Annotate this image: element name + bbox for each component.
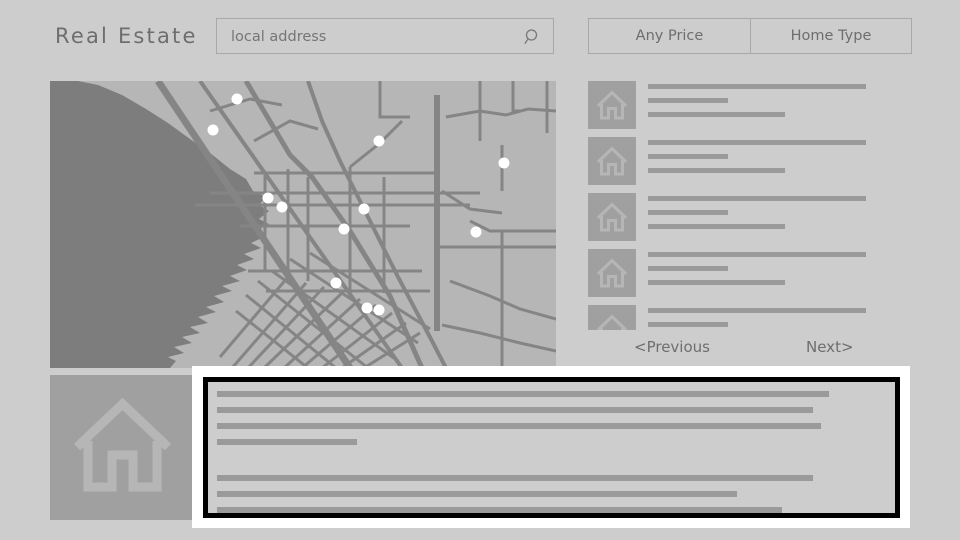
listing-text-line bbox=[648, 196, 866, 201]
listing-card[interactable] bbox=[588, 193, 912, 241]
listing-text-line bbox=[648, 98, 728, 103]
house-icon bbox=[596, 90, 628, 120]
map-panel[interactable] bbox=[50, 81, 556, 368]
listing-thumbnail[interactable] bbox=[588, 193, 636, 241]
map-pin[interactable] bbox=[231, 93, 243, 105]
previous-page-link[interactable]: <Previous bbox=[634, 338, 710, 356]
pagination: <Previous Next> bbox=[588, 338, 912, 364]
filter-group: Any Price Home Type bbox=[588, 18, 912, 54]
detail-thumbnail[interactable] bbox=[50, 375, 195, 520]
map-pin[interactable] bbox=[361, 302, 373, 314]
listing-text-line bbox=[648, 266, 728, 271]
listing-text-line bbox=[648, 154, 728, 159]
search-input[interactable] bbox=[231, 19, 511, 55]
house-icon bbox=[596, 202, 628, 232]
listing-text-line bbox=[648, 322, 728, 327]
listing-card[interactable] bbox=[588, 81, 912, 129]
map-pin[interactable] bbox=[262, 192, 274, 204]
detail-panel[interactable] bbox=[192, 366, 910, 528]
listing-card[interactable] bbox=[588, 305, 912, 330]
listing-thumbnail[interactable] bbox=[588, 137, 636, 185]
listing-text-lines bbox=[648, 249, 912, 285]
listing-thumbnail[interactable] bbox=[588, 249, 636, 297]
detail-text-line bbox=[217, 423, 821, 429]
map-pin[interactable] bbox=[338, 223, 350, 235]
listing-thumbnail[interactable] bbox=[588, 81, 636, 129]
filter-home-type-button[interactable]: Home Type bbox=[750, 19, 911, 53]
detail-text-line bbox=[217, 491, 737, 497]
map-pin[interactable] bbox=[207, 124, 219, 136]
listing-text-line bbox=[648, 280, 785, 285]
listing-text-lines bbox=[648, 81, 912, 117]
listing-text-line bbox=[648, 252, 866, 257]
filter-any-price-button[interactable]: Any Price bbox=[589, 19, 750, 53]
house-icon bbox=[73, 397, 172, 492]
listing-text-lines bbox=[648, 305, 912, 330]
app-header: Real Estate Any Price Home Type bbox=[0, 0, 960, 72]
listing-text-line bbox=[648, 168, 785, 173]
detail-text-line bbox=[217, 391, 829, 397]
listing-card[interactable] bbox=[588, 137, 912, 185]
detail-text-line bbox=[217, 407, 813, 413]
listings-list[interactable] bbox=[588, 81, 912, 330]
house-icon bbox=[596, 258, 628, 288]
detail-text-lines bbox=[217, 391, 895, 513]
detail-text-line bbox=[217, 507, 782, 513]
listing-text-line bbox=[648, 140, 866, 145]
listing-text-lines bbox=[648, 137, 912, 173]
map-pin[interactable] bbox=[373, 304, 385, 316]
map-pin[interactable] bbox=[358, 203, 370, 215]
house-icon bbox=[596, 146, 628, 176]
map-pin[interactable] bbox=[373, 135, 385, 147]
search-box[interactable] bbox=[216, 18, 554, 55]
detail-text-line bbox=[217, 439, 357, 445]
page-title: Real Estate bbox=[55, 24, 198, 48]
listing-text-line bbox=[648, 84, 866, 89]
listing-text-line bbox=[648, 308, 866, 313]
map-pin[interactable] bbox=[498, 157, 510, 169]
listing-text-lines bbox=[648, 193, 912, 229]
listing-thumbnail[interactable] bbox=[588, 305, 636, 330]
listing-text-line bbox=[648, 224, 785, 229]
filter-home-type-label: Home Type bbox=[790, 28, 872, 44]
detail-text-line bbox=[217, 475, 813, 481]
map-canvas[interactable] bbox=[50, 81, 556, 368]
detail-panel-frame bbox=[203, 377, 900, 518]
map-pin[interactable] bbox=[330, 277, 342, 289]
listing-text-line bbox=[648, 210, 728, 215]
listing-card[interactable] bbox=[588, 249, 912, 297]
next-page-link[interactable]: Next> bbox=[806, 338, 854, 356]
map-pin[interactable] bbox=[276, 201, 288, 213]
filter-any-price-label: Any Price bbox=[635, 28, 704, 44]
map-pin[interactable] bbox=[470, 226, 482, 238]
listing-text-line bbox=[648, 112, 785, 117]
search-icon[interactable] bbox=[524, 28, 542, 46]
house-icon bbox=[596, 314, 628, 330]
